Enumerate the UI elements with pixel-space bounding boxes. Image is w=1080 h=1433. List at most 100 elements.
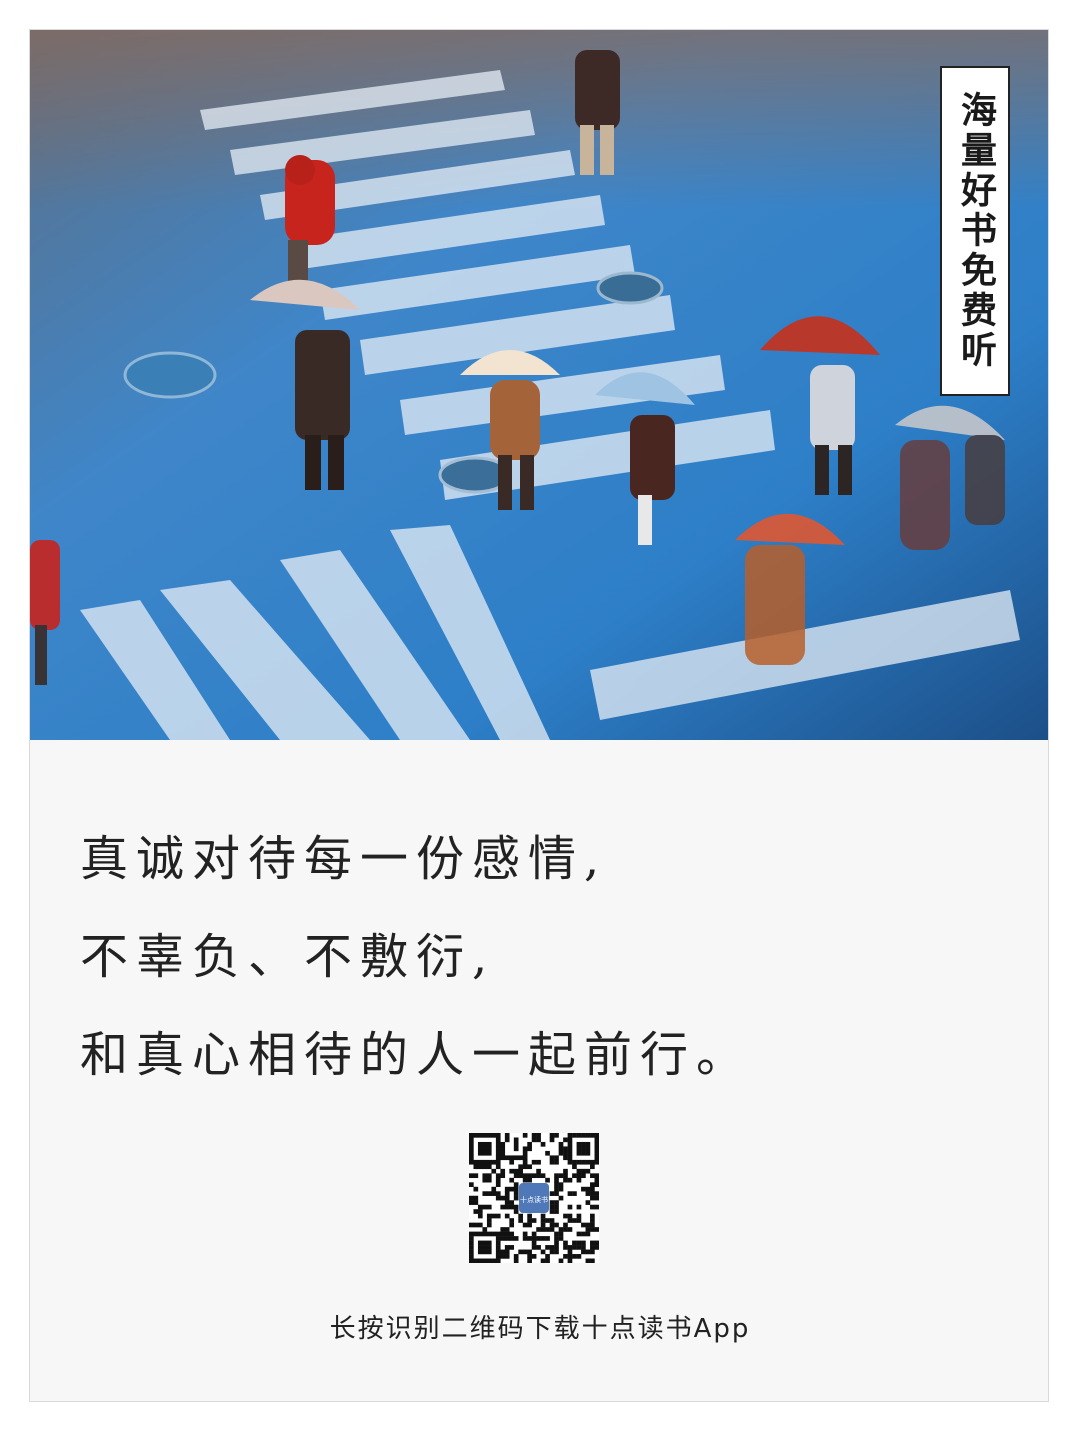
qr-module: [477, 1141, 483, 1147]
qr-module: [590, 1240, 595, 1246]
qr-module: [567, 1141, 573, 1147]
qr-module: [558, 1182, 564, 1187]
qr-module: [527, 1258, 532, 1264]
qr-module: [554, 1209, 559, 1214]
qr-module: [469, 1137, 474, 1143]
qr-module: [482, 1146, 488, 1152]
qr-module: [567, 1249, 573, 1255]
qr-module: [482, 1159, 488, 1165]
qr-module: [581, 1141, 586, 1147]
qr-module: [558, 1258, 564, 1264]
qr-module: [545, 1227, 550, 1232]
qr-module: [576, 1245, 582, 1250]
qr-module: [540, 1213, 546, 1219]
qr-module: [504, 1191, 510, 1196]
qr-module: [473, 1164, 479, 1170]
qr-module: [585, 1186, 591, 1192]
qr-module: [486, 1231, 492, 1237]
qr-module: [504, 1133, 510, 1138]
qr-module: [477, 1213, 483, 1219]
qr-code-image: 十点读书: [469, 1133, 600, 1264]
qr-module: [554, 1249, 559, 1255]
qr-module: [567, 1213, 573, 1219]
qr-module: [469, 1182, 474, 1187]
qr-module: [540, 1249, 546, 1255]
qr-module: [567, 1204, 573, 1210]
qr-module: [536, 1245, 541, 1250]
qr-module: [486, 1240, 492, 1246]
qr-module: [513, 1236, 519, 1241]
qr-module: [527, 1213, 532, 1219]
qr-module: [536, 1236, 541, 1241]
qr-module: [473, 1200, 479, 1205]
qr-module: [513, 1182, 519, 1187]
qr-module: [531, 1173, 537, 1179]
qr-module: [558, 1231, 564, 1237]
qr-module: [590, 1173, 595, 1179]
qr-module: [590, 1133, 595, 1138]
qr-module: [590, 1204, 595, 1210]
qr-module: [554, 1191, 559, 1196]
qr-module: [549, 1227, 555, 1232]
qr-module: [473, 1195, 479, 1201]
qr-module: [549, 1155, 555, 1161]
qr-module: [576, 1254, 582, 1259]
qr-module: [491, 1168, 497, 1174]
qr-module: [572, 1191, 577, 1196]
qr-module: [581, 1133, 586, 1138]
qr-module: [486, 1191, 492, 1196]
qr-module: [486, 1164, 492, 1170]
qr-module: [477, 1164, 483, 1170]
qr-module: [509, 1186, 515, 1192]
qr-module: [518, 1218, 523, 1223]
qr-module: [527, 1249, 532, 1255]
qr-module: [585, 1159, 591, 1165]
qr-module: [500, 1150, 506, 1156]
qr-module: [567, 1137, 573, 1143]
qr-module: [491, 1258, 497, 1264]
qr-module: [558, 1195, 564, 1201]
qr-module: [576, 1146, 582, 1152]
qr-module: [554, 1236, 559, 1241]
qr-module: [567, 1155, 573, 1161]
qr-module: [491, 1186, 497, 1192]
qr-module: [590, 1249, 595, 1255]
qr-module: [495, 1245, 501, 1250]
qr-module: [594, 1159, 600, 1165]
qr-module: [581, 1222, 586, 1228]
qr-module: [545, 1258, 550, 1264]
qr-module: [522, 1236, 528, 1241]
qr-module: [509, 1204, 515, 1210]
qr-module: [486, 1249, 492, 1255]
qr-module: [536, 1227, 541, 1232]
qr-module: [527, 1177, 532, 1183]
qr-module: [482, 1164, 488, 1170]
qr-module: [522, 1222, 528, 1228]
qr-module: [572, 1245, 577, 1250]
qr-module: [477, 1209, 483, 1214]
qr-module: [518, 1213, 523, 1219]
qr-module: [594, 1191, 600, 1196]
qr-module: [477, 1159, 483, 1165]
qr-module: [509, 1231, 515, 1237]
qr-module: [469, 1133, 474, 1138]
qr-module: [473, 1258, 479, 1264]
qr-module: [581, 1173, 586, 1179]
qr-module: [495, 1191, 501, 1196]
qr-module: [554, 1222, 559, 1228]
qr-code[interactable]: 十点读书: [469, 1133, 600, 1264]
qr-module: [554, 1200, 559, 1205]
qr-module: [585, 1258, 591, 1264]
qr-module: [563, 1177, 568, 1183]
qr-module: [477, 1231, 483, 1237]
qr-module: [477, 1240, 483, 1246]
qr-module: [549, 1137, 555, 1143]
qr-module: [527, 1173, 532, 1179]
qr-module: [585, 1191, 591, 1196]
qr-module: [590, 1186, 595, 1192]
qr-module: [567, 1133, 573, 1138]
qr-module: [518, 1168, 523, 1174]
qr-module: [486, 1258, 492, 1264]
qr-module: [469, 1146, 474, 1152]
qr-module: [486, 1146, 492, 1152]
